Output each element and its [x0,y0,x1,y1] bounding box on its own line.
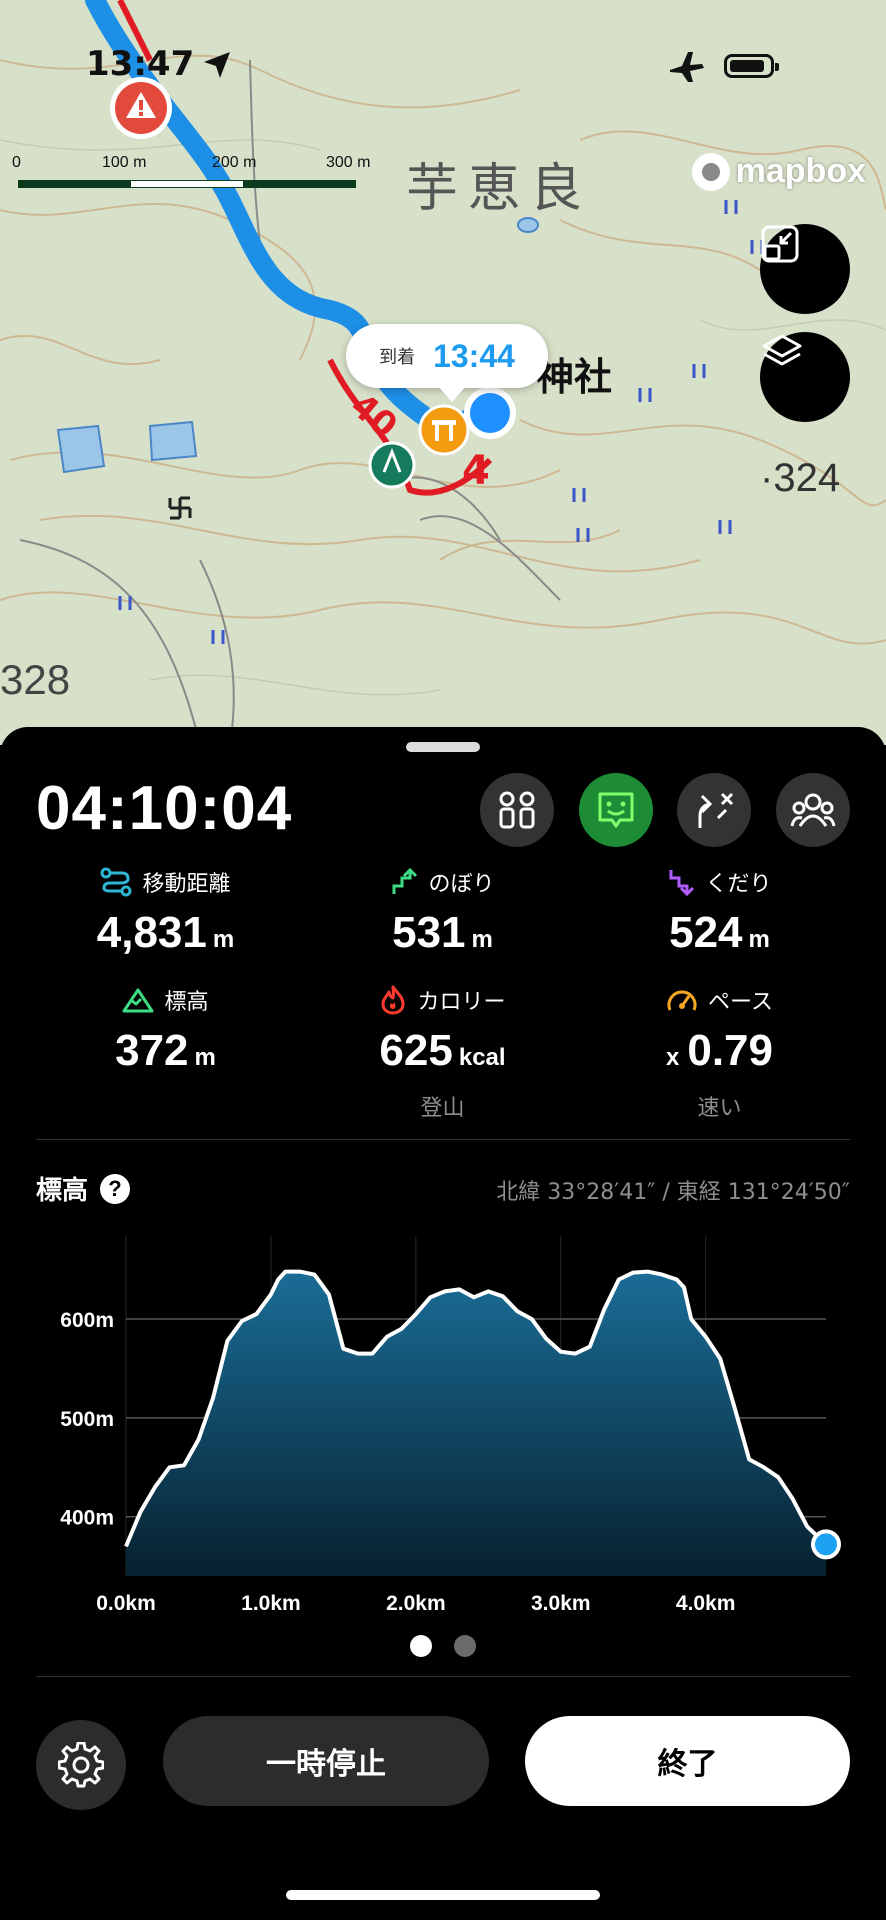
gear-icon [58,1742,104,1788]
stat-label: カロリー [417,990,506,1015]
airplane-mode-icon [670,52,704,82]
speedometer-icon [667,990,697,1011]
ascent-icon [392,868,418,894]
elapsed-time: 04:10:04 [36,774,293,843]
layers-icon [762,334,802,366]
coordinates-readout: 北緯 33°28′41″ / 東経 131°24′50″ [496,1180,850,1205]
page-dot-active[interactable] [410,1635,432,1657]
x-tick-label: 2.0km [386,1592,446,1610]
mapbox-logo: mapbox [691,152,866,191]
mapbox-logo-icon [691,152,730,191]
scale-tick-200: 200 m [212,154,257,171]
stat-pace: ペース x 0.79 速い [572,984,867,1122]
stat-value: 0.79 [687,1026,773,1075]
map-layers-button[interactable] [760,332,850,422]
stat-sub-label: 速い [697,1096,742,1121]
settings-button[interactable] [36,1720,126,1810]
arrival-time: 13:44 [433,337,515,374]
stat-prefix: x [666,1044,680,1071]
arrival-time-bubble: 到着 13:44 [346,324,548,402]
elevation-area [126,1271,826,1576]
route-number-label: 4 [462,448,490,494]
home-indicator[interactable] [286,1890,600,1900]
stat-unit: m [748,926,770,953]
stat-calories: カロリー 625 kcal 登山 [295,984,590,1122]
y-tick-label: 600m [60,1309,114,1332]
stat-unit: m [212,926,235,953]
stat-distance: 移動距離 4,831 m [18,866,313,958]
map-pins-icon [499,791,535,829]
stat-value: 625 [379,1026,453,1075]
collapse-map-button[interactable] [760,224,850,314]
current-position-marker [811,1529,841,1560]
stat-ascent: のぼり 531 m [295,866,590,958]
stat-value: 4,831 [96,908,207,957]
stat-label: のぼり [428,872,495,897]
pause-button[interactable]: 一時停止 [163,1716,489,1806]
page-dot[interactable] [454,1635,476,1657]
stat-value: 524 [669,908,743,957]
group-button[interactable] [776,773,850,847]
status-time: 13:47 [86,44,195,84]
scale-tick-0: 0 [12,154,21,171]
sheet-grabber[interactable] [406,742,480,752]
stat-value: 372 [115,1026,189,1075]
arrival-label: 到着 [379,347,416,368]
x-tick-label: 3.0km [531,1592,591,1610]
stat-elevation: 標高 372 m [18,984,313,1076]
stat-label: くだり [705,872,772,897]
location-arrow-icon [204,52,230,78]
stat-unit: m [471,926,493,953]
help-icon[interactable]: ? [100,1173,131,1204]
divider [36,1676,850,1677]
stat-label: ペース [708,990,773,1015]
group-icon [790,793,836,827]
elevation-chart[interactable]: 400m 500m 600m 0.0km 1.0km 2.0km 3.0km 4.0km [0,1220,886,1610]
stat-value: 531 [392,908,466,957]
route-off-icon [698,792,734,828]
y-tick-label: 400m [60,1507,114,1530]
stat-unit: kcal [458,1044,506,1071]
stat-label: 移動距離 [142,872,231,897]
stat-sub-label: 登山 [420,1096,465,1121]
flame-icon [381,985,405,1015]
scale-tick-100: 100 m [102,154,147,171]
stat-label: 標高 [164,990,209,1015]
collapse-icon [761,225,799,263]
safety-alert-button[interactable] [579,773,653,847]
alert-face-icon [598,792,634,828]
mapbox-logo-text: mapbox [735,152,866,190]
battery-icon [724,54,779,78]
map-pins-button[interactable] [480,773,554,847]
x-tick-label: 0.0km [96,1592,156,1610]
descent-icon [669,870,695,896]
map-elevation-328: 328 [0,656,71,703]
mountain-icon [122,988,154,1013]
y-tick-label: 500m [60,1408,114,1431]
end-button[interactable]: 終了 [525,1716,850,1806]
map-place-name: 芋恵良 [406,159,593,219]
stat-unit: m [194,1044,216,1071]
route-icon [100,867,132,897]
route-off-button[interactable] [677,773,751,847]
x-tick-label: 1.0km [241,1592,301,1610]
map-view[interactable]: 13:47 0 100 m 200 m 300 m 芋恵良 神社 ·324 32… [0,0,886,745]
map-elevation-324: ·324 [760,456,841,500]
elevation-title: 標高 [36,1176,89,1206]
x-tick-label: 4.0km [676,1592,736,1610]
scale-tick-300: 300 m [326,154,371,171]
divider [36,1139,850,1140]
elevation-header: 標高 ? [36,1170,131,1207]
stat-descent: くだり 524 m [572,866,867,958]
